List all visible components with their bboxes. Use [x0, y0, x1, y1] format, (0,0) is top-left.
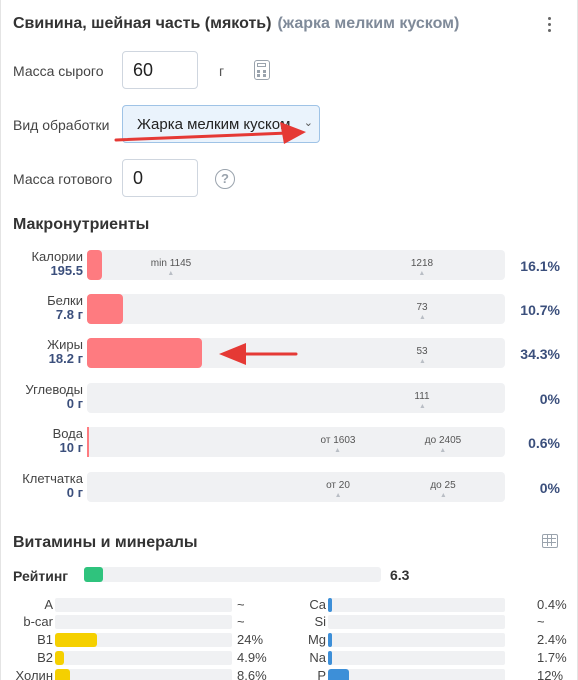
macro-value: 18.2 г: [48, 351, 83, 366]
macro-percent: 34.3%: [520, 346, 560, 362]
more-options-icon[interactable]: [543, 12, 557, 36]
macro-label: Вода 10 г: [0, 427, 83, 455]
raw-mass-label: Масса сырого: [13, 63, 104, 79]
macro-name: Углеводы: [25, 382, 83, 397]
macro-label: Жиры 18.2 г: [0, 338, 83, 366]
mineral-bar-track: [328, 598, 505, 612]
mineral-name: Na: [309, 650, 326, 665]
macros-title: Макронутриенты: [13, 216, 150, 233]
mineral-bar-fill: [328, 651, 332, 665]
macro-value: 195.5: [50, 263, 83, 278]
rating-bar-fill: [84, 567, 103, 582]
mineral-bar-track: [328, 651, 505, 665]
macro-label: Клетчатка 0 г: [0, 472, 83, 500]
mineral-bar-fill: [328, 669, 349, 680]
macro-bar-track: [87, 250, 505, 280]
mineral-percent: 1.7%: [537, 650, 567, 665]
processing-select-value: Жарка мелким куском: [137, 116, 291, 133]
macro-label: Белки 7.8 г: [0, 294, 83, 322]
macro-name: Вода: [52, 426, 83, 441]
raw-mass-unit: г: [219, 63, 225, 79]
table-icon[interactable]: [542, 534, 558, 548]
calculator-icon[interactable]: [254, 60, 270, 80]
chevron-down-icon: ⌄: [301, 116, 313, 129]
cooked-mass-label: Масса готового: [13, 171, 113, 187]
macro-norm-mark: до 2405: [424, 435, 462, 446]
help-icon[interactable]: ?: [215, 169, 235, 189]
product-title: Свинина, шейная часть (мякоть) (жарка мел…: [13, 15, 459, 33]
product-preparation-subtitle: (жарка мелким куском): [277, 15, 460, 32]
vitamins-title: Витамины и минералы: [13, 534, 198, 551]
macro-bar-fill: [87, 427, 89, 457]
macro-value: 7.8 г: [55, 307, 83, 322]
cooked-mass-input[interactable]: [122, 159, 198, 197]
macro-bar-track: [87, 294, 505, 324]
macro-norm-mark: до 25: [430, 480, 456, 491]
macro-norm-mark: от 1603: [320, 435, 356, 446]
mineral-name: Mg: [307, 632, 326, 647]
macro-norm-mark: min 1145: [150, 258, 192, 269]
mineral-percent: 0.4%: [537, 597, 567, 612]
macro-norm-mark: 111: [414, 391, 430, 402]
macro-bar-fill: [87, 338, 202, 368]
macro-bar-fill: [87, 294, 123, 324]
product-name: Свинина, шейная часть (мякоть): [13, 15, 272, 32]
macro-percent: 0%: [539, 391, 560, 407]
mineral-bar-track: [328, 669, 505, 680]
macro-norm-mark: 1218: [410, 258, 434, 269]
processing-label: Вид обработки: [13, 117, 110, 133]
macro-label: Калории 195.5: [0, 250, 83, 278]
macro-value: 0 г: [66, 396, 83, 411]
macro-percent: 0.6%: [528, 435, 560, 451]
macro-name: Жиры: [47, 337, 83, 352]
macro-label: Углеводы 0 г: [0, 383, 83, 411]
mineral-percent: 12%: [537, 668, 564, 680]
mineral-bar-track: [328, 615, 505, 629]
macro-value: 10 г: [59, 440, 84, 455]
macro-norm-mark: от 20: [326, 480, 350, 491]
macro-percent: 0%: [539, 480, 560, 496]
rating-label: Рейтинг: [13, 568, 69, 584]
macro-name: Клетчатка: [22, 471, 83, 486]
mineral-bar-track: [328, 633, 505, 647]
mineral-name: Ca: [309, 597, 326, 612]
mineral-bar-fill: [328, 633, 332, 647]
macro-percent: 16.1%: [520, 258, 560, 274]
raw-mass-input[interactable]: [122, 51, 198, 89]
macro-norm-mark: 73: [416, 302, 428, 313]
macro-percent: 10.7%: [520, 302, 560, 318]
mineral-percent: ~: [537, 614, 545, 629]
mineral-name: P: [317, 668, 326, 680]
processing-select[interactable]: Жарка мелким куском ⌄: [122, 105, 320, 143]
macro-bar-fill: [87, 250, 102, 280]
macro-name: Калории: [31, 249, 83, 264]
macro-value: 0 г: [66, 485, 83, 500]
macro-name: Белки: [47, 293, 83, 308]
rating-bar-track: [84, 567, 381, 582]
macro-norm-mark: 53: [416, 346, 428, 357]
macro-bar-track: [87, 383, 505, 413]
mineral-name: Si: [314, 614, 326, 629]
mineral-bar-fill: [328, 598, 332, 612]
mineral-percent: 2.4%: [537, 632, 567, 647]
rating-value: 6.3: [390, 567, 410, 583]
